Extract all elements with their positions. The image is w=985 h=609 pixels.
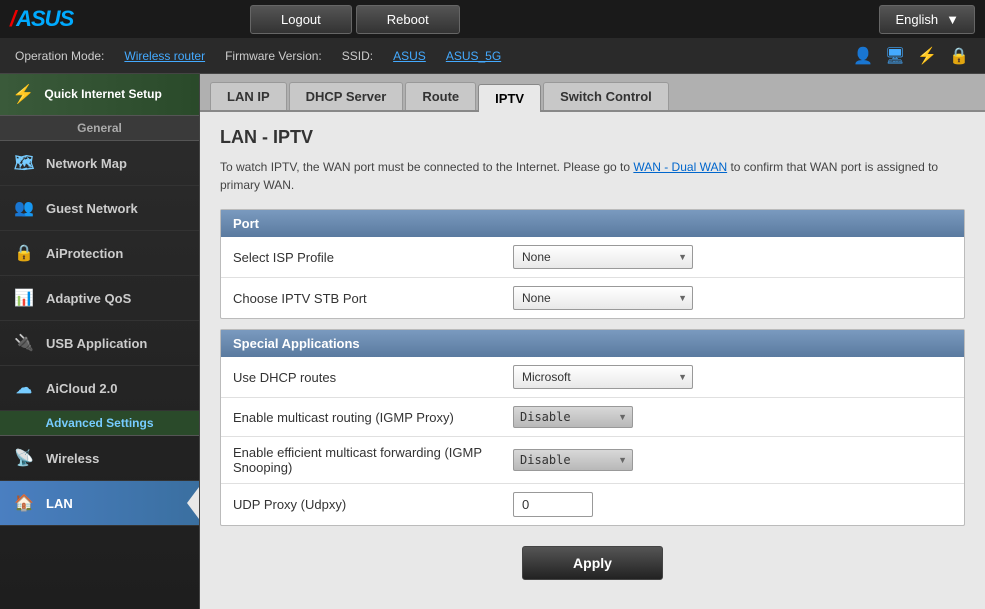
tab-iptv[interactable]: IPTV [478, 84, 541, 112]
reboot-button[interactable]: Reboot [356, 5, 460, 34]
port-section: Port Select ISP Profile None Other Choos… [220, 209, 965, 319]
choose-iptv-stb-port-label: Choose IPTV STB Port [233, 291, 513, 306]
sidebar-item-aicloud[interactable]: ☁ AiCloud 2.0 [0, 366, 199, 411]
sidebar-item-usb-application[interactable]: 🔌 USB Application [0, 321, 199, 366]
wireless-icon: 📡 [12, 446, 36, 470]
apply-button[interactable]: Apply [522, 546, 663, 580]
enable-efficient-multicast-label: Enable efficient multicast forwarding (I… [233, 445, 513, 475]
chevron-down-icon: ▼ [946, 12, 959, 27]
aicloud-icon: ☁ [12, 376, 36, 400]
use-dhcp-routes-select[interactable]: Microsoft No Yes [513, 365, 693, 389]
udp-proxy-row: UDP Proxy (Udpxy) [221, 484, 964, 525]
operation-mode-label: Operation Mode: [15, 49, 104, 63]
ssid-value2[interactable]: ASUS_5G [446, 49, 501, 63]
info-icons: 👤 🖥 ⚡ 🔒 [852, 45, 970, 67]
lan-icon: 🏠 [12, 491, 36, 515]
ssid-value1[interactable]: ASUS [393, 49, 426, 63]
port-section-header: Port [221, 210, 964, 237]
content-area: LAN IP DHCP Server Route IPTV Switch Con… [200, 74, 985, 609]
enable-efficient-multicast-row: Enable efficient multicast forwarding (I… [221, 437, 964, 484]
sidebar: ⚡ Quick Internet Setup General 🗺 Network… [0, 74, 200, 609]
ssid-label: SSID: [342, 49, 373, 63]
use-dhcp-routes-row: Use DHCP routes Microsoft No Yes [221, 357, 964, 398]
operation-mode-value: Wireless router [124, 49, 205, 63]
apply-area: Apply [220, 536, 965, 590]
monitor-icon[interactable]: 🖥 [884, 45, 906, 67]
choose-iptv-stb-port[interactable]: None LAN1 LAN2 LAN3 LAN4 [513, 286, 693, 310]
usb-application-icon: 🔌 [12, 331, 36, 355]
description: To watch IPTV, the WAN port must be conn… [220, 158, 965, 194]
general-section-label: General [0, 116, 199, 141]
language-selector[interactable]: English ▼ [879, 5, 975, 34]
quick-internet-setup[interactable]: ⚡ Quick Internet Setup [0, 74, 199, 116]
tab-dhcp-server[interactable]: DHCP Server [289, 82, 404, 110]
tabs-bar: LAN IP DHCP Server Route IPTV Switch Con… [200, 74, 985, 112]
select-isp-profile-row: Select ISP Profile None Other [221, 237, 964, 278]
use-dhcp-routes-label: Use DHCP routes [233, 370, 513, 385]
udp-proxy-input[interactable] [513, 492, 593, 517]
enable-efficient-multicast-control: Disable Enable [513, 449, 952, 471]
select-isp-profile-label: Select ISP Profile [233, 250, 513, 265]
sidebar-item-label: Network Map [46, 156, 127, 171]
special-applications-header: Special Applications [221, 330, 964, 357]
select-isp-profile-control: None Other [513, 245, 952, 269]
sidebar-item-aiprotection[interactable]: 🔒 AiProtection [0, 231, 199, 276]
sidebar-item-network-map[interactable]: 🗺 Network Map [0, 141, 199, 186]
sidebar-item-label: AiCloud 2.0 [46, 381, 118, 396]
sidebar-item-label: Wireless [46, 451, 99, 466]
sidebar-item-label: Guest Network [46, 201, 138, 216]
enable-multicast-routing-select[interactable]: Disable Enable [513, 406, 633, 428]
tab-switch-control[interactable]: Switch Control [543, 82, 669, 110]
sidebar-item-wireless[interactable]: 📡 Wireless [0, 436, 199, 481]
sidebar-item-label: AiProtection [46, 246, 123, 261]
logo: / ASUS [10, 6, 130, 32]
udp-proxy-control [513, 492, 952, 517]
firmware-label: Firmware Version: [225, 49, 322, 63]
sidebar-item-guest-network[interactable]: 👥 Guest Network [0, 186, 199, 231]
logout-button[interactable]: Logout [250, 5, 352, 34]
page-content: LAN - IPTV To watch IPTV, the WAN port m… [200, 112, 985, 605]
adaptive-qos-icon: 📊 [12, 286, 36, 310]
sidebar-item-adaptive-qos[interactable]: 📊 Adaptive QoS [0, 276, 199, 321]
select-isp-profile[interactable]: None Other [513, 245, 693, 269]
wan-dual-wan-link[interactable]: WAN - Dual WAN [633, 160, 727, 174]
enable-efficient-multicast-select[interactable]: Disable Enable [513, 449, 633, 471]
usb-icon[interactable]: ⚡ [916, 45, 938, 67]
info-bar: Operation Mode: Wireless router Firmware… [0, 38, 985, 74]
sidebar-item-label: LAN [46, 496, 73, 511]
tab-route[interactable]: Route [405, 82, 476, 110]
quick-setup-icon: ⚡ [12, 84, 34, 105]
guest-network-icon: 👥 [12, 196, 36, 220]
tab-lan-ip[interactable]: LAN IP [210, 82, 287, 110]
sidebar-item-label: Adaptive QoS [46, 291, 131, 306]
page-title: LAN - IPTV [220, 127, 965, 148]
choose-iptv-stb-port-control: None LAN1 LAN2 LAN3 LAN4 [513, 286, 952, 310]
network-map-icon: 🗺 [12, 151, 36, 175]
main-layout: ⚡ Quick Internet Setup General 🗺 Network… [0, 74, 985, 609]
aiprotection-icon: 🔒 [12, 241, 36, 265]
top-bar: / ASUS Logout Reboot English ▼ [0, 0, 985, 38]
use-dhcp-routes-control: Microsoft No Yes [513, 365, 952, 389]
special-applications-section: Special Applications Use DHCP routes Mic… [220, 329, 965, 526]
network-icon[interactable]: 🔒 [948, 45, 970, 67]
top-buttons: Logout Reboot [250, 5, 464, 34]
choose-iptv-stb-port-row: Choose IPTV STB Port None LAN1 LAN2 LAN3… [221, 278, 964, 318]
user-icon[interactable]: 👤 [852, 45, 874, 67]
sidebar-item-lan[interactable]: 🏠 LAN [0, 481, 199, 526]
enable-multicast-routing-label: Enable multicast routing (IGMP Proxy) [233, 410, 513, 425]
sidebar-item-label: USB Application [46, 336, 147, 351]
advanced-settings-label: Advanced Settings [0, 411, 199, 436]
quick-setup-label: Quick Internet Setup [44, 87, 161, 103]
enable-multicast-routing-row: Enable multicast routing (IGMP Proxy) Di… [221, 398, 964, 437]
udp-proxy-label: UDP Proxy (Udpxy) [233, 497, 513, 512]
enable-multicast-routing-control: Disable Enable [513, 406, 952, 428]
